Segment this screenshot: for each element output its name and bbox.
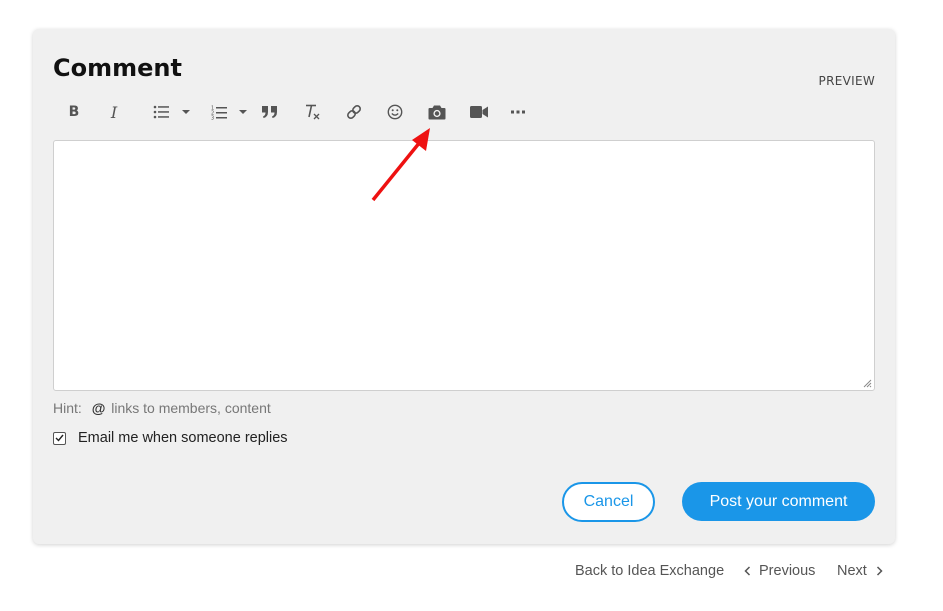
quote-icon	[262, 106, 277, 118]
email-notify-label[interactable]: Email me when someone replies	[78, 430, 288, 446]
emoji-icon	[387, 104, 403, 120]
back-to-idea-exchange-link[interactable]: Back to Idea Exchange	[575, 563, 724, 579]
bulleted-list-icon	[153, 105, 169, 119]
previous-label: Previous	[759, 563, 816, 579]
insert-photo-button[interactable]	[427, 97, 447, 127]
checkmark-icon	[55, 434, 64, 442]
bold-button[interactable]: B	[66, 97, 82, 127]
comment-editor-content	[54, 141, 874, 161]
hint-label: Hint:	[53, 400, 82, 416]
italic-icon: I	[110, 102, 118, 122]
insert-video-button[interactable]	[468, 97, 490, 127]
chevron-right-icon	[876, 566, 883, 576]
clear-formatting-icon	[306, 104, 320, 120]
chevron-down-icon[interactable]	[238, 109, 248, 115]
video-camera-icon	[470, 106, 488, 118]
camera-icon	[428, 105, 446, 119]
more-button[interactable]	[510, 97, 526, 127]
chevron-down-icon[interactable]	[181, 109, 191, 115]
numbered-list-button[interactable]: 1 2 3	[206, 97, 252, 127]
preview-link[interactable]: PREVIEW	[819, 74, 875, 88]
link-icon	[347, 105, 361, 119]
previous-link[interactable]: Previous	[744, 563, 815, 579]
svg-text:3: 3	[211, 115, 214, 120]
cancel-button[interactable]: Cancel	[562, 482, 655, 522]
at-mention-symbol: @	[91, 400, 106, 416]
bulleted-list-button[interactable]	[149, 97, 195, 127]
hint-text: links to members, content	[111, 400, 271, 416]
more-icon	[511, 110, 525, 114]
comment-card: Comment PREVIEW B I 1 2 3 Hint: @ links …	[33, 29, 895, 544]
mention-hint: Hint: @ links to members, content	[53, 400, 271, 416]
next-link[interactable]: Next	[837, 563, 883, 579]
editor-toolbar: B I 1 2 3	[53, 97, 553, 127]
post-comment-button[interactable]: Post your comment	[682, 482, 875, 521]
numbered-list-icon: 1 2 3	[211, 105, 227, 120]
link-button[interactable]	[345, 97, 363, 127]
emoji-button[interactable]	[386, 97, 404, 127]
resize-handle-icon[interactable]	[863, 379, 872, 388]
next-label: Next	[837, 563, 867, 579]
chevron-left-icon	[744, 566, 751, 576]
quote-button[interactable]	[261, 97, 279, 127]
comment-editor[interactable]	[53, 140, 875, 391]
comment-title: Comment	[53, 54, 182, 82]
clear-formatting-button[interactable]	[303, 97, 323, 127]
email-notify-checkbox[interactable]	[53, 431, 66, 445]
bold-icon: B	[68, 104, 80, 120]
email-notify-row: Email me when someone replies	[53, 430, 288, 446]
italic-button[interactable]: I	[106, 97, 122, 127]
